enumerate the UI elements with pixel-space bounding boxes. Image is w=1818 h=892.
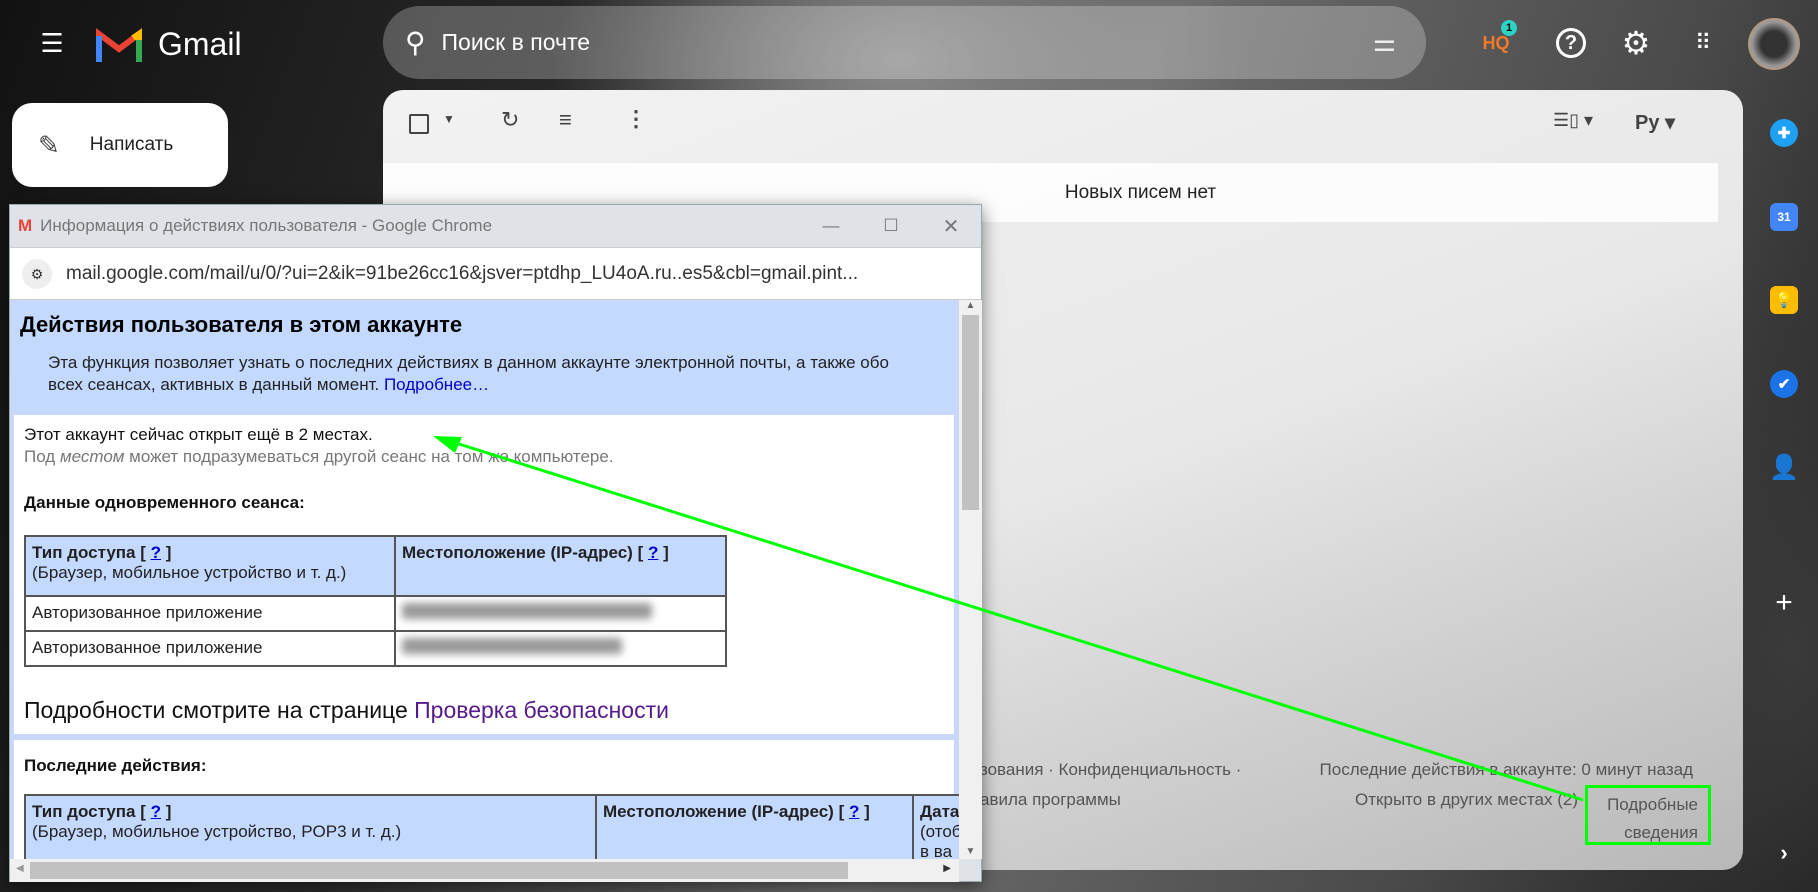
security-check-line: Подробности смотрите на странице Проверк… bbox=[24, 697, 669, 724]
language-label: Ру bbox=[1635, 112, 1660, 134]
place-note-post: может подразумеваться другой сеанс на то… bbox=[124, 447, 614, 466]
redacted-location bbox=[394, 630, 727, 667]
scroll-right-icon[interactable]: ▶ bbox=[943, 863, 951, 874]
search-input[interactable]: Поиск в почте bbox=[442, 29, 591, 56]
popup-title: Информация о действиях пользователя - Go… bbox=[40, 216, 493, 235]
maximize-icon[interactable]: ☐ bbox=[861, 216, 921, 236]
help-link[interactable]: ? bbox=[849, 802, 859, 821]
main-menu-icon[interactable]: ☰ bbox=[31, 22, 73, 64]
compose-button[interactable]: ✎ Написать bbox=[12, 103, 228, 187]
help-icon[interactable]: ? bbox=[1550, 22, 1592, 64]
density-toggle-icon[interactable]: ☰▯ ▾ bbox=[1553, 110, 1593, 131]
cloudhq-label: HQ bbox=[1482, 32, 1510, 53]
sessions-section: Этот аккаунт сейчас открыт ещё в 2 места… bbox=[14, 415, 954, 734]
select-dropdown-icon[interactable]: ▼ bbox=[443, 112, 455, 126]
gmail-logo-icon bbox=[96, 28, 142, 62]
gmail-favicon-icon: M bbox=[18, 216, 33, 235]
scrollbar-thumb[interactable] bbox=[962, 315, 979, 510]
table-header: Тип доступа [ ? ] (Браузер, мобильное уст… bbox=[24, 535, 727, 597]
cloudhq-icon[interactable]: HQ 1 bbox=[1475, 20, 1517, 64]
recent-title: Последние действия: bbox=[24, 756, 207, 775]
apps-grid-icon[interactable]: ⠿ bbox=[1681, 22, 1723, 64]
gmail-logo-text: Gmail bbox=[158, 26, 242, 62]
search-options-icon[interactable]: ⚌ bbox=[1373, 27, 1396, 58]
page-heading: Действия пользователя в этом аккаунте bbox=[20, 312, 463, 337]
h-scrollbar-thumb[interactable] bbox=[30, 862, 848, 879]
minimize-icon[interactable]: — bbox=[801, 216, 861, 236]
tasks-icon[interactable]: ✔ bbox=[1770, 370, 1798, 398]
vertical-scrollbar[interactable]: ▲ ▼ bbox=[959, 300, 982, 859]
calendar-icon[interactable]: 31 bbox=[1770, 203, 1798, 231]
col-type-sub: (Браузер, мобильное устройство и т. д.) bbox=[32, 563, 347, 582]
empty-message: Новых писем нет bbox=[1064, 182, 1217, 203]
place-note-pre: Под bbox=[24, 447, 60, 466]
contacts-icon[interactable]: 👤 bbox=[1769, 453, 1799, 481]
header-section: Действия пользователя в этом аккаунте Эт… bbox=[14, 302, 954, 412]
help-link[interactable]: ? bbox=[648, 543, 658, 562]
last-activity-text: Последние действия в аккаунте: 0 минут н… bbox=[1319, 760, 1693, 779]
cloudhq-badge: 1 bbox=[1501, 20, 1517, 36]
more-options-icon[interactable]: ⋮ bbox=[625, 106, 647, 132]
security-pre: Подробности смотрите на странице bbox=[24, 697, 415, 723]
search-bar[interactable]: ⚲ Поиск в почте ⚌ bbox=[383, 6, 1426, 79]
popup-titlebar: M Информация о действиях пользователя - … bbox=[10, 205, 981, 247]
calendar-day: 31 bbox=[1777, 210, 1791, 224]
concurrent-sessions-table: Тип доступа [ ? ] (Браузер, мобильное уст… bbox=[24, 535, 727, 667]
table-row: Авторизованное приложение bbox=[24, 630, 727, 667]
url-text[interactable]: mail.google.com/mail/u/0/?ui=2&ik=91be26… bbox=[66, 263, 858, 285]
col-location-title: Местоположение (IP-адрес) bbox=[603, 802, 834, 821]
cloudhq-app-icon[interactable]: ✚ bbox=[1770, 119, 1798, 147]
open-elsewhere-text: Открыто в других местах (2) bbox=[1355, 790, 1578, 809]
intro-text: Эта функция позволяет узнать о последних… bbox=[48, 352, 928, 396]
table-header: Тип доступа [ ? ] (Браузер, мобильное уст… bbox=[24, 794, 959, 859]
refresh-icon[interactable]: ↻ bbox=[501, 107, 519, 133]
activity-popup-window: M Информация о действиях пользователя - … bbox=[9, 204, 982, 882]
close-icon[interactable]: ✕ bbox=[921, 214, 981, 239]
help-link[interactable]: ? bbox=[151, 543, 161, 562]
settings-gear-icon[interactable]: ⚙ bbox=[1615, 22, 1657, 64]
compose-label: Написать bbox=[89, 134, 174, 155]
col-type-sub: (Браузер, мобильное устройство, POP3 и т… bbox=[32, 822, 402, 841]
pencil-icon: ✎ bbox=[38, 129, 60, 160]
place-note-em: местом bbox=[59, 447, 125, 466]
avatar[interactable] bbox=[1748, 18, 1800, 70]
access-type: Авторизованное приложение bbox=[24, 630, 396, 667]
place-note: Под местом может подразумеваться другой … bbox=[24, 447, 614, 467]
open-places-text: Этот аккаунт сейчас открыт ещё в 2 места… bbox=[24, 425, 373, 444]
recent-section: Последние действия: Тип доступа [ ? ] (Бр… bbox=[14, 740, 959, 859]
col-date-title: Дата bbox=[920, 802, 959, 821]
table-row: Авторизованное приложение bbox=[24, 595, 727, 632]
horizontal-scrollbar[interactable]: ◀ ▶ bbox=[10, 859, 959, 882]
col-type-title: Тип доступа bbox=[32, 543, 136, 562]
col-date-sub2: в ва bbox=[920, 842, 953, 859]
popup-content: Действия пользователя в этом аккаунте Эт… bbox=[10, 300, 959, 859]
site-info-icon[interactable]: ⚙ bbox=[22, 258, 52, 289]
url-bar[interactable]: ⚙ mail.google.com/mail/u/0/?ui=2&ik=91be… bbox=[10, 247, 981, 300]
expand-panel-icon[interactable]: › bbox=[1770, 839, 1798, 867]
language-select[interactable]: Ру ▾ bbox=[1635, 110, 1675, 135]
footer-links-2[interactable]: авила программы bbox=[980, 790, 1121, 810]
learn-more-link[interactable]: Подробнее… bbox=[384, 375, 489, 394]
col-date-sub: (отоб bbox=[920, 822, 959, 841]
select-checkbox[interactable] bbox=[409, 114, 429, 134]
recent-activity-table: Тип доступа [ ? ] (Браузер, мобильное уст… bbox=[24, 794, 959, 859]
security-check-link[interactable]: Проверка безопасности bbox=[414, 697, 669, 723]
col-type-title: Тип доступа bbox=[32, 802, 136, 821]
search-icon[interactable]: ⚲ bbox=[405, 26, 426, 59]
add-app-icon[interactable]: + bbox=[1770, 586, 1798, 619]
scroll-up-icon[interactable]: ▲ bbox=[959, 300, 982, 311]
access-type: Авторизованное приложение bbox=[24, 595, 396, 632]
concurrent-title: Данные одновременного сеанса: bbox=[24, 493, 305, 512]
details-link[interactable]: Подробные сведения bbox=[1585, 785, 1711, 845]
scroll-down-icon[interactable]: ▼ bbox=[959, 846, 982, 857]
footer-links-1[interactable]: зования · Конфиденциальность · bbox=[980, 760, 1241, 780]
col-location-title: Местоположение (IP-адрес) bbox=[402, 543, 633, 562]
redacted-location bbox=[394, 595, 727, 632]
scroll-left-icon[interactable]: ◀ bbox=[16, 863, 24, 874]
help-link[interactable]: ? bbox=[151, 802, 161, 821]
list-icon[interactable]: ≡ bbox=[559, 107, 572, 133]
keep-icon[interactable]: 💡 bbox=[1770, 286, 1798, 314]
